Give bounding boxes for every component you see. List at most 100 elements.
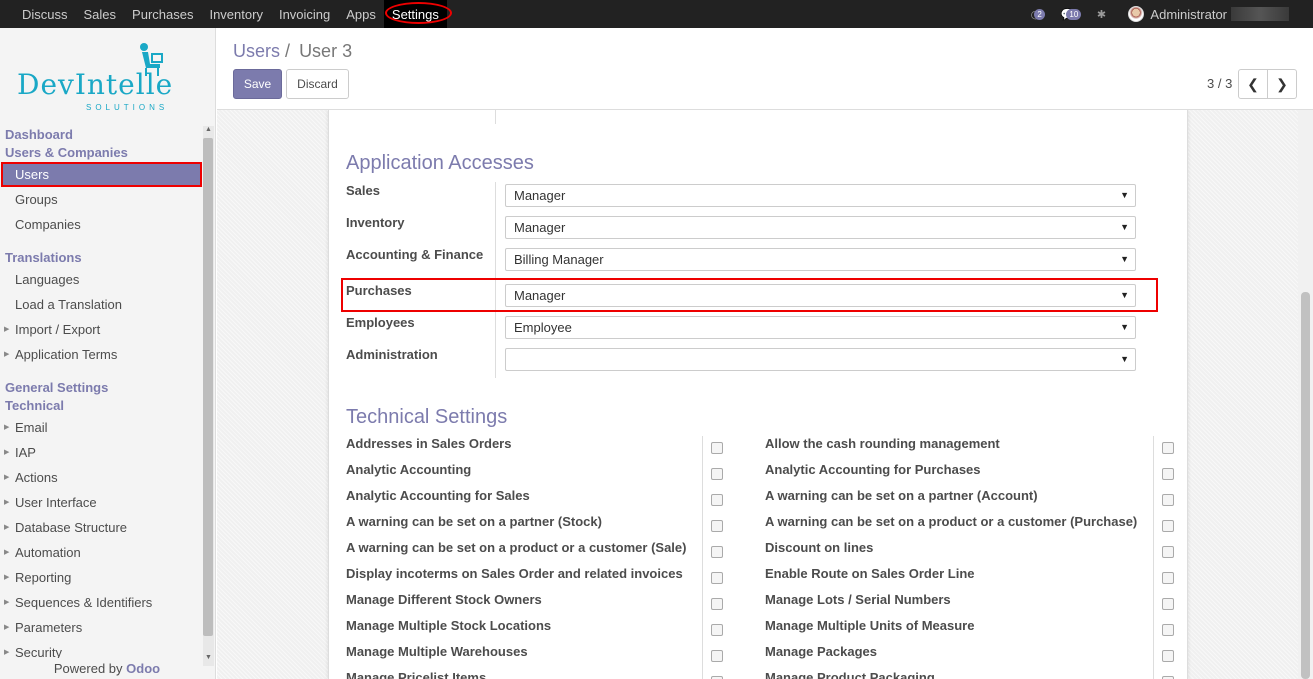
odoo-link[interactable]: Odoo: [126, 661, 160, 676]
app-menu-item-purchases[interactable]: Purchases: [124, 0, 201, 28]
tech-setting-label: Manage Multiple Warehouses: [346, 644, 528, 659]
tech-setting-checkbox[interactable]: [711, 624, 723, 636]
access-select-employees[interactable]: Employee ▼: [505, 316, 1136, 339]
tech-setting-label: A warning can be set on a product or a c…: [346, 540, 687, 555]
sidebar-item-database-structure[interactable]: ▶ Database Structure: [0, 515, 203, 540]
access-label-accounting-finance: Accounting & Finance: [346, 247, 484, 262]
chevron-right-icon: ❯: [1276, 75, 1288, 92]
column-divider: [702, 436, 703, 679]
sidebar-item-user-interface[interactable]: ▶ User Interface: [0, 490, 203, 515]
sidebar-item-groups[interactable]: Groups: [0, 187, 203, 212]
save-button[interactable]: Save: [233, 69, 282, 99]
powered-by-text: Powered by: [53, 661, 123, 676]
sidebar-item-label: IAP: [15, 445, 36, 460]
sidebar-item-label: Load a Translation: [15, 297, 122, 312]
sidebar-category-users-companies[interactable]: Users & Companies: [0, 144, 203, 162]
scroll-up-arrow-icon[interactable]: ▲: [203, 126, 214, 138]
sidebar-item-users[interactable]: Users: [1, 162, 202, 187]
breadcrumb: Users / User 3: [233, 41, 352, 62]
tech-setting-checkbox[interactable]: [1162, 598, 1174, 610]
tech-setting-label: Manage Different Stock Owners: [346, 592, 542, 607]
app-menu-item-discuss[interactable]: Discuss: [14, 0, 76, 28]
sidebar-item-email[interactable]: ▶ Email: [0, 415, 203, 440]
top-navbar: Discuss Sales Purchases Inventory Invoicing A…: [0, 0, 1313, 28]
access-select-accounting-finance[interactable]: Billing Manager ▼: [505, 248, 1136, 271]
sidebar-item-parameters[interactable]: ▶ Parameters: [0, 615, 203, 640]
sidebar-category-translations[interactable]: Translations: [0, 249, 203, 267]
tech-setting-checkbox[interactable]: [1162, 494, 1174, 506]
sidebar-item-actions[interactable]: ▶ Actions: [0, 465, 203, 490]
tech-setting-checkbox[interactable]: [1162, 468, 1174, 480]
tech-setting-label: Enable Route on Sales Order Line: [765, 566, 975, 581]
tech-setting-checkbox[interactable]: [1162, 650, 1174, 662]
tech-setting-checkbox[interactable]: [1162, 546, 1174, 558]
scrollbar-thumb[interactable]: [1301, 292, 1310, 679]
app-menu-item-invoicing[interactable]: Invoicing: [271, 0, 338, 28]
message-count-badge: 10: [1066, 9, 1082, 20]
debug-bug-icon[interactable]: ✱: [1092, 7, 1110, 21]
app-menu-label: Purchases: [132, 6, 194, 22]
column-divider: [1153, 436, 1154, 679]
pager-previous-button[interactable]: ❮: [1238, 69, 1268, 99]
access-label-inventory: Inventory: [346, 215, 405, 230]
activity-count-badge: 2: [1034, 9, 1045, 20]
sidebar-item-load-a-translation[interactable]: Load a Translation: [0, 292, 203, 317]
tech-setting-checkbox[interactable]: [711, 494, 723, 506]
tech-setting-checkbox[interactable]: [711, 572, 723, 584]
sidebar: DevIntelle SOLUTIONS Dashboard Users & Co…: [0, 28, 216, 679]
discard-button[interactable]: Discard: [286, 69, 349, 99]
tech-setting-checkbox[interactable]: [711, 650, 723, 662]
sidebar-item-label: Companies: [15, 217, 81, 232]
sidebar-item-application-terms[interactable]: ▶ Application Terms: [0, 342, 203, 367]
access-select-inventory[interactable]: Manager ▼: [505, 216, 1136, 239]
sidebar-category-dashboard[interactable]: Dashboard: [0, 126, 203, 144]
purchases-highlight: [341, 278, 1158, 312]
scrollbar-thumb[interactable]: [203, 138, 213, 636]
systray: ◷2 💬10 ✱ Administrator: [1026, 0, 1313, 28]
tech-setting-checkbox[interactable]: [711, 546, 723, 558]
caret-right-icon: ▶: [4, 449, 10, 456]
sidebar-scrollbar[interactable]: ▲ ▼: [203, 126, 214, 666]
sidebar-item-automation[interactable]: ▶ Automation: [0, 540, 203, 565]
app-menu-item-sales[interactable]: Sales: [76, 0, 125, 28]
access-select-sales[interactable]: Manager ▼: [505, 184, 1136, 207]
sidebar-item-sequences-identifiers[interactable]: ▶ Sequences & Identifiers: [0, 590, 203, 615]
sidebar-item-import-export[interactable]: ▶ Import / Export: [0, 317, 203, 342]
caret-right-icon: ▶: [4, 524, 10, 531]
tech-setting-checkbox[interactable]: [1162, 572, 1174, 584]
sidebar-item-label: Parameters: [15, 620, 83, 635]
tech-setting-checkbox[interactable]: [711, 468, 723, 480]
caret-right-icon: ▶: [4, 474, 10, 481]
tech-setting-checkbox[interactable]: [1162, 624, 1174, 636]
tech-setting-checkbox[interactable]: [1162, 520, 1174, 532]
sidebar-item-companies[interactable]: Companies: [0, 212, 203, 237]
caret-right-icon: ▶: [4, 549, 10, 556]
select-value: Manager: [514, 188, 566, 203]
caret-right-icon: ▶: [4, 424, 10, 431]
tech-setting-label: Manage Product Packaging: [765, 670, 935, 679]
sidebar-category-technical[interactable]: Technical: [0, 397, 203, 415]
sidebar-item-iap[interactable]: ▶ IAP: [0, 440, 203, 465]
main-scrollbar[interactable]: [1298, 110, 1313, 679]
activity-icon[interactable]: ◷2: [1026, 7, 1045, 21]
app-menu-item-settings[interactable]: Settings: [383, 0, 452, 28]
tech-setting-checkbox[interactable]: [1162, 442, 1174, 454]
tech-setting-checkbox[interactable]: [711, 520, 723, 532]
messages-icon[interactable]: 💬10: [1058, 7, 1082, 21]
user-menu[interactable]: Administrator: [1150, 7, 1227, 22]
access-select-administration[interactable]: ▼: [505, 348, 1136, 371]
tech-setting-label: Manage Multiple Stock Locations: [346, 618, 552, 633]
access-label-employees: Employees: [346, 315, 415, 330]
tech-setting-checkbox[interactable]: [711, 442, 723, 454]
chevron-left-icon: ❮: [1247, 75, 1259, 92]
tech-setting-checkbox[interactable]: [711, 598, 723, 610]
sidebar-item-reporting[interactable]: ▶ Reporting: [0, 565, 203, 590]
sidebar-item-security[interactable]: ▶ Security: [0, 640, 203, 658]
sidebar-category-general-settings[interactable]: General Settings: [0, 379, 203, 397]
pager-next-button[interactable]: ❯: [1267, 69, 1297, 99]
breadcrumb-users-link[interactable]: Users: [233, 41, 280, 61]
app-menu-item-apps[interactable]: Apps: [338, 0, 384, 28]
app-menu-item-inventory[interactable]: Inventory: [201, 0, 270, 28]
sidebar-item-languages[interactable]: Languages: [0, 267, 203, 292]
user-avatar[interactable]: [1128, 6, 1145, 22]
